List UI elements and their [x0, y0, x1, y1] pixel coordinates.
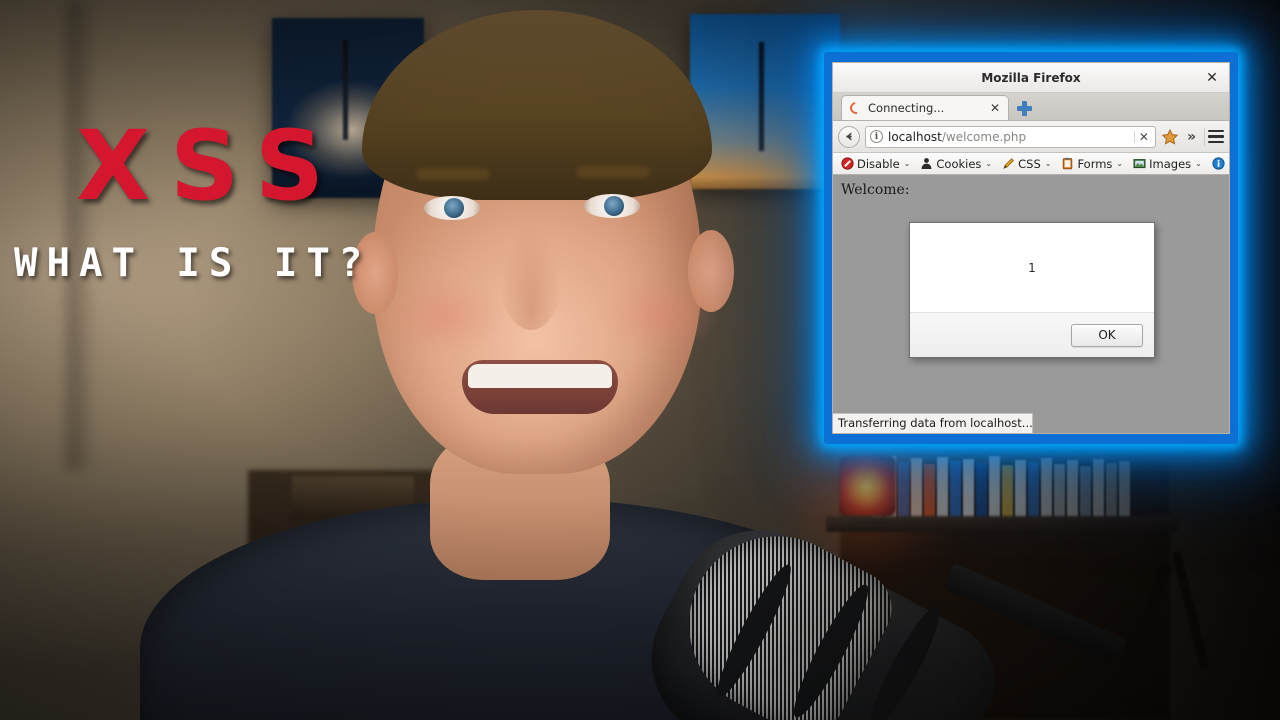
bookmark-star-icon[interactable] [1161, 128, 1179, 146]
screenshot-root: XSS WHAT IS IT? Mozilla Firefox ✕ Connec… [0, 0, 1280, 720]
information-icon [1212, 157, 1225, 170]
cookies-icon [921, 158, 932, 169]
navigation-toolbar: i localhost/welcome.php ✕ » [833, 121, 1229, 153]
chevron-down-icon: ⌄ [1044, 159, 1052, 168]
hamburger-menu-icon[interactable] [1204, 127, 1224, 146]
url-host: localhost [888, 129, 942, 144]
devbar-item-images[interactable]: Images ⌄ [1128, 154, 1207, 174]
devbar-item-css[interactable]: CSS ⌄ [997, 154, 1056, 174]
devbar-item-forms[interactable]: Forms ⌄ [1056, 154, 1128, 174]
images-icon [1133, 159, 1146, 169]
alert-message: 1 [1028, 260, 1036, 275]
devbar-label: Disable [857, 156, 900, 171]
forms-clipboard-icon [1063, 157, 1073, 170]
url-bar[interactable]: i localhost/welcome.php ✕ [865, 125, 1156, 148]
chevron-down-icon: ⌄ [1116, 159, 1124, 168]
page-subtitle: WHAT IS IT? [14, 241, 372, 286]
loading-spinner-icon [847, 99, 865, 117]
alert-message-area: 1 [910, 223, 1154, 313]
new-tab-button[interactable] [1017, 101, 1032, 116]
url-path: /welcome.php [941, 129, 1027, 144]
devbar-label: Images [1149, 156, 1192, 171]
devbar-label: Forms [1077, 156, 1113, 171]
back-arrow-icon[interactable] [838, 125, 860, 148]
clear-url-icon[interactable]: ✕ [1133, 130, 1153, 143]
status-bar: Transferring data from localhost... [833, 413, 1033, 433]
css-pencil-icon [1003, 158, 1015, 169]
alert-footer: OK [910, 313, 1154, 357]
devbar-label: Cookies [936, 156, 982, 171]
devbar-item-disable[interactable]: Disable ⌄ [836, 154, 915, 174]
javascript-alert-dialog: 1 OK [909, 222, 1155, 358]
chevron-down-icon: ⌄ [903, 159, 911, 168]
overflow-menu-button[interactable]: » [1184, 130, 1199, 144]
tab-connecting[interactable]: Connecting... ✕ [841, 95, 1009, 120]
page-viewport: Welcome: 1 OK Transferring data from loc… [833, 175, 1229, 433]
chevron-down-icon: ⌄ [985, 159, 993, 168]
window-title: Mozilla Firefox [981, 70, 1081, 85]
tab-label: Connecting... [868, 101, 945, 115]
devbar-item-cookies[interactable]: Cookies ⌄ [915, 154, 997, 174]
firefox-window: Mozilla Firefox ✕ Connecting... ✕ i loca… [832, 62, 1230, 434]
url-input[interactable]: localhost/welcome.php [888, 130, 1129, 144]
close-icon[interactable]: ✕ [1204, 70, 1220, 86]
tab-close-icon[interactable]: ✕ [988, 102, 1002, 114]
window-titlebar: Mozilla Firefox ✕ [833, 63, 1229, 93]
web-developer-toolbar: Disable ⌄ Cookies ⌄ CSS ⌄ Forms ⌄ Images… [833, 153, 1229, 175]
alert-ok-button[interactable]: OK [1071, 323, 1143, 347]
page-title: XSS [76, 110, 344, 222]
devbar-label: In [1228, 157, 1229, 171]
devbar-item-information[interactable]: In [1207, 154, 1229, 174]
tab-strip: Connecting... ✕ [833, 93, 1229, 121]
chevron-down-icon: ⌄ [1195, 159, 1202, 168]
devbar-label: CSS [1018, 156, 1041, 171]
welcome-text: Welcome: [841, 182, 910, 198]
info-icon[interactable]: i [870, 130, 883, 143]
disable-icon [841, 157, 854, 170]
